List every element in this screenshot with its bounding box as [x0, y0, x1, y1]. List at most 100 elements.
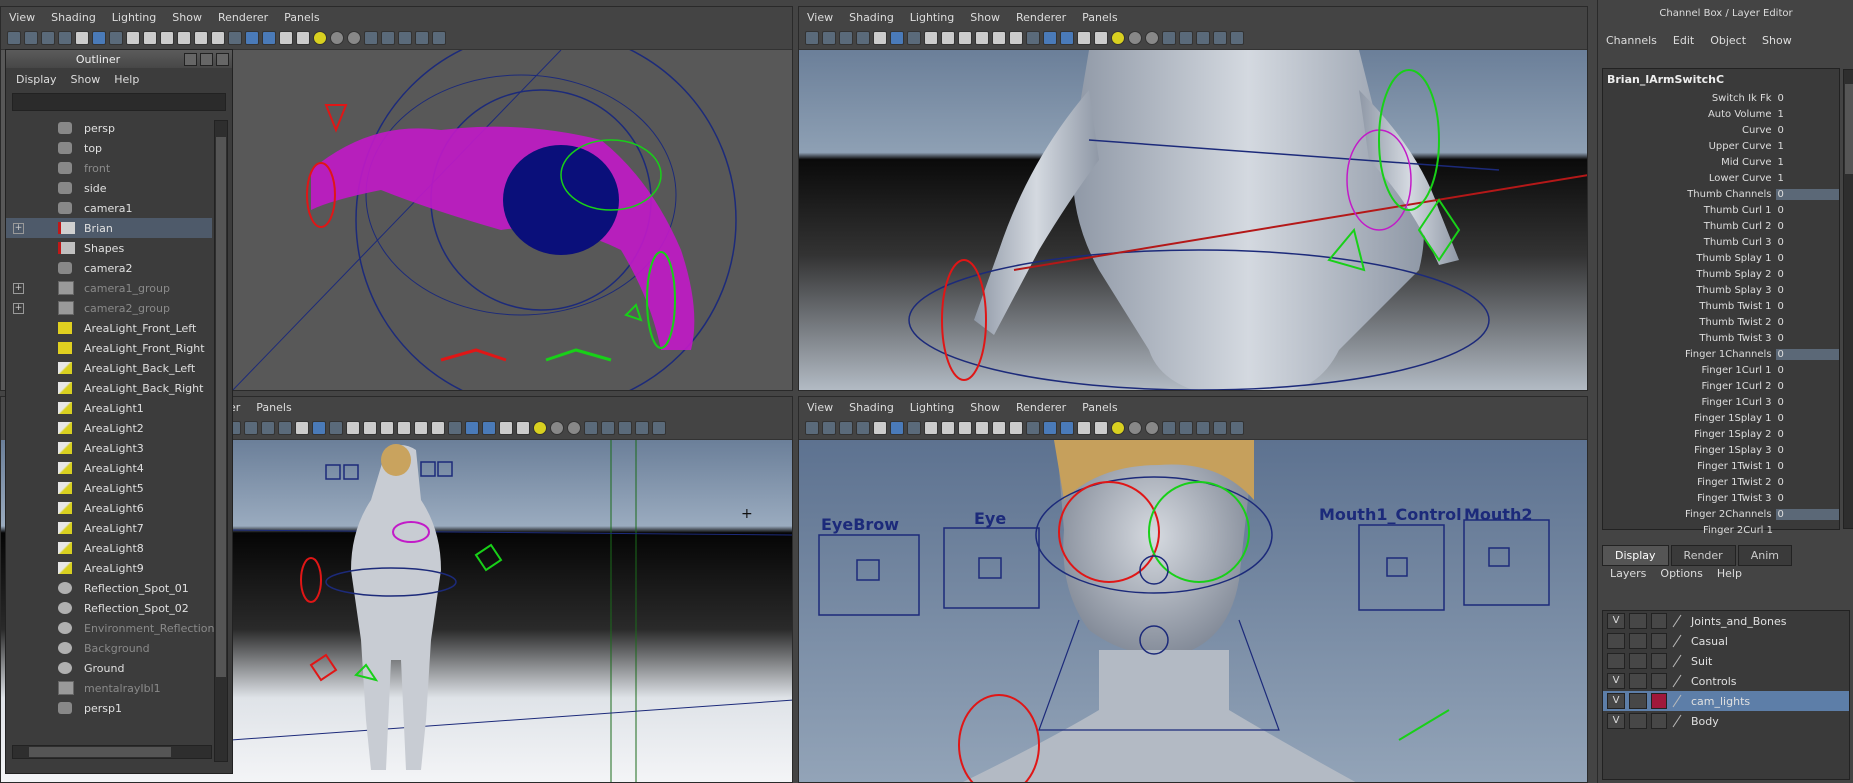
outliner-item[interactable]: + camera1_group — [6, 278, 212, 298]
menu-shading[interactable]: Shading — [841, 11, 902, 24]
channel-row[interactable]: Finger 1Curl 1 0 — [1603, 362, 1839, 378]
outliner-item[interactable]: camera1 — [6, 198, 212, 218]
channel-row[interactable]: Curve 0 — [1603, 122, 1839, 138]
channel-value[interactable]: 0 — [1776, 461, 1839, 472]
toolbar-button-icon[interactable] — [533, 421, 547, 435]
channel-value[interactable]: 1 — [1776, 109, 1839, 120]
toolbar-button-icon[interactable] — [1179, 31, 1193, 45]
menu-shading[interactable]: Shading — [841, 401, 902, 414]
toolbar-button-icon[interactable] — [448, 421, 462, 435]
outliner-item[interactable]: AreaLight5 — [6, 478, 212, 498]
tab-render[interactable]: Render — [1670, 545, 1736, 566]
toolbar-button-icon[interactable] — [873, 421, 887, 435]
channel-value[interactable]: 0 — [1776, 413, 1839, 424]
layer-menu-help[interactable]: Help — [1717, 567, 1742, 580]
outliner-item[interactable]: Background — [6, 638, 212, 658]
toolbar-button-icon[interactable] — [499, 421, 513, 435]
outliner-item[interactable]: Ground — [6, 658, 212, 678]
outliner-menu-show[interactable]: Show — [71, 73, 101, 86]
toolbar-button-icon[interactable] — [1179, 421, 1193, 435]
toolbar-button-icon[interactable] — [1196, 421, 1210, 435]
menu-view[interactable]: View — [1, 11, 43, 24]
layer-color-swatch[interactable] — [1651, 613, 1667, 629]
channel-row[interactable]: Thumb Twist 3 0 — [1603, 330, 1839, 346]
outliner-item[interactable]: AreaLight7 — [6, 518, 212, 538]
channel-row[interactable]: Thumb Channels 0 — [1603, 186, 1839, 202]
toolbar-button-icon[interactable] — [1111, 421, 1125, 435]
toolbar-button-icon[interactable] — [279, 31, 293, 45]
menu-view[interactable]: View — [799, 401, 841, 414]
outliner-item[interactable]: AreaLight9 — [6, 558, 212, 578]
menu-panels[interactable]: Panels — [248, 401, 299, 414]
menu-lighting[interactable]: Lighting — [104, 11, 164, 24]
toolbar-button-icon[interactable] — [856, 421, 870, 435]
toolbar-button-icon[interactable] — [465, 421, 479, 435]
layer-template-toggle[interactable] — [1629, 693, 1647, 709]
layer-template-toggle[interactable] — [1629, 633, 1647, 649]
channel-row[interactable]: Finger 1Curl 3 0 — [1603, 394, 1839, 410]
outliner-item[interactable]: AreaLight1 — [6, 398, 212, 418]
toolbar-button-icon[interactable] — [312, 421, 326, 435]
toolbar-button-icon[interactable] — [1060, 421, 1074, 435]
expand-icon[interactable]: + — [13, 282, 24, 294]
channel-row[interactable]: Upper Curve 1 — [1603, 138, 1839, 154]
menu-shading[interactable]: Shading — [43, 11, 104, 24]
toolbar-button-icon[interactable] — [414, 421, 428, 435]
toolbar-button-icon[interactable] — [1128, 421, 1142, 435]
toolbar-button-icon[interactable] — [1145, 421, 1159, 435]
outliner-filter-field[interactable] — [12, 93, 226, 111]
channel-row[interactable]: Thumb Curl 1 0 — [1603, 202, 1839, 218]
toolbar-button-icon[interactable] — [924, 421, 938, 435]
toolbar-button-icon[interactable] — [244, 421, 258, 435]
channel-menu-edit[interactable]: Edit — [1673, 34, 1694, 47]
toolbar-button-icon[interactable] — [1128, 31, 1142, 45]
menu-show[interactable]: Show — [962, 401, 1008, 414]
outliner-item[interactable]: side — [6, 178, 212, 198]
channel-row[interactable]: Finger 1Twist 1 0 — [1603, 458, 1839, 474]
menu-panels[interactable]: Panels — [276, 11, 327, 24]
toolbar-button-icon[interactable] — [432, 31, 446, 45]
layer-row[interactable]: Vcam_lights — [1603, 691, 1849, 711]
toolbar-button-icon[interactable] — [1026, 421, 1040, 435]
channel-value[interactable]: 1 — [1776, 173, 1839, 184]
outliner-item[interactable]: AreaLight_Back_Left — [6, 358, 212, 378]
toolbar-button-icon[interactable] — [958, 31, 972, 45]
toolbar-button-icon[interactable] — [805, 31, 819, 45]
outliner-item[interactable]: AreaLight_Front_Right — [6, 338, 212, 358]
layer-color-swatch[interactable] — [1651, 653, 1667, 669]
channel-row[interactable]: Finger 1Splay 3 0 — [1603, 442, 1839, 458]
outliner-item[interactable]: AreaLight6 — [6, 498, 212, 518]
outliner-item[interactable]: top — [6, 138, 212, 158]
outliner-item[interactable]: mentalrayIbl1 — [6, 678, 212, 698]
toolbar-button-icon[interactable] — [890, 31, 904, 45]
outliner-vertical-scrollbar[interactable] — [214, 120, 228, 762]
outliner-item[interactable]: + camera2_group — [6, 298, 212, 318]
toolbar-button-icon[interactable] — [245, 31, 259, 45]
viewport-canvas[interactable]: EyeBrow Eye Mouth1_Control Mouth2 — [799, 440, 1587, 782]
toolbar-button-icon[interactable] — [1162, 31, 1176, 45]
toolbar-button-icon[interactable] — [992, 31, 1006, 45]
expand-icon[interactable]: + — [13, 302, 24, 314]
channel-row[interactable]: Finger 2Channels 0 — [1603, 506, 1839, 522]
toolbar-button-icon[interactable] — [992, 421, 1006, 435]
channel-value[interactable]: 0 — [1776, 397, 1839, 408]
layer-color-swatch[interactable] — [1651, 633, 1667, 649]
toolbar-button-icon[interactable] — [1230, 31, 1244, 45]
toolbar-button-icon[interactable] — [1060, 31, 1074, 45]
outliner-item[interactable]: camera2 — [6, 258, 212, 278]
channel-row-partial[interactable]: Finger 2Curl 1 — [1603, 522, 1839, 538]
tab-display[interactable]: Display — [1602, 545, 1669, 566]
channel-row[interactable]: Switch Ik Fk 0 — [1603, 90, 1839, 106]
channel-value[interactable]: 0 — [1776, 237, 1839, 248]
toolbar-button-icon[interactable] — [1196, 31, 1210, 45]
toolbar-button-icon[interactable] — [1077, 31, 1091, 45]
channel-box-scrollbar[interactable] — [1843, 69, 1853, 529]
toolbar-button-icon[interactable] — [907, 31, 921, 45]
channel-value[interactable]: 1 — [1776, 141, 1839, 152]
tab-anim[interactable]: Anim — [1737, 545, 1792, 566]
toolbar-button-icon[interactable] — [822, 31, 836, 45]
toolbar-button-icon[interactable] — [856, 31, 870, 45]
toolbar-button-icon[interactable] — [143, 31, 157, 45]
menu-renderer[interactable]: Renderer — [210, 11, 276, 24]
viewport-bottom-right[interactable]: View Shading Lighting Show Renderer Pane… — [798, 396, 1588, 783]
